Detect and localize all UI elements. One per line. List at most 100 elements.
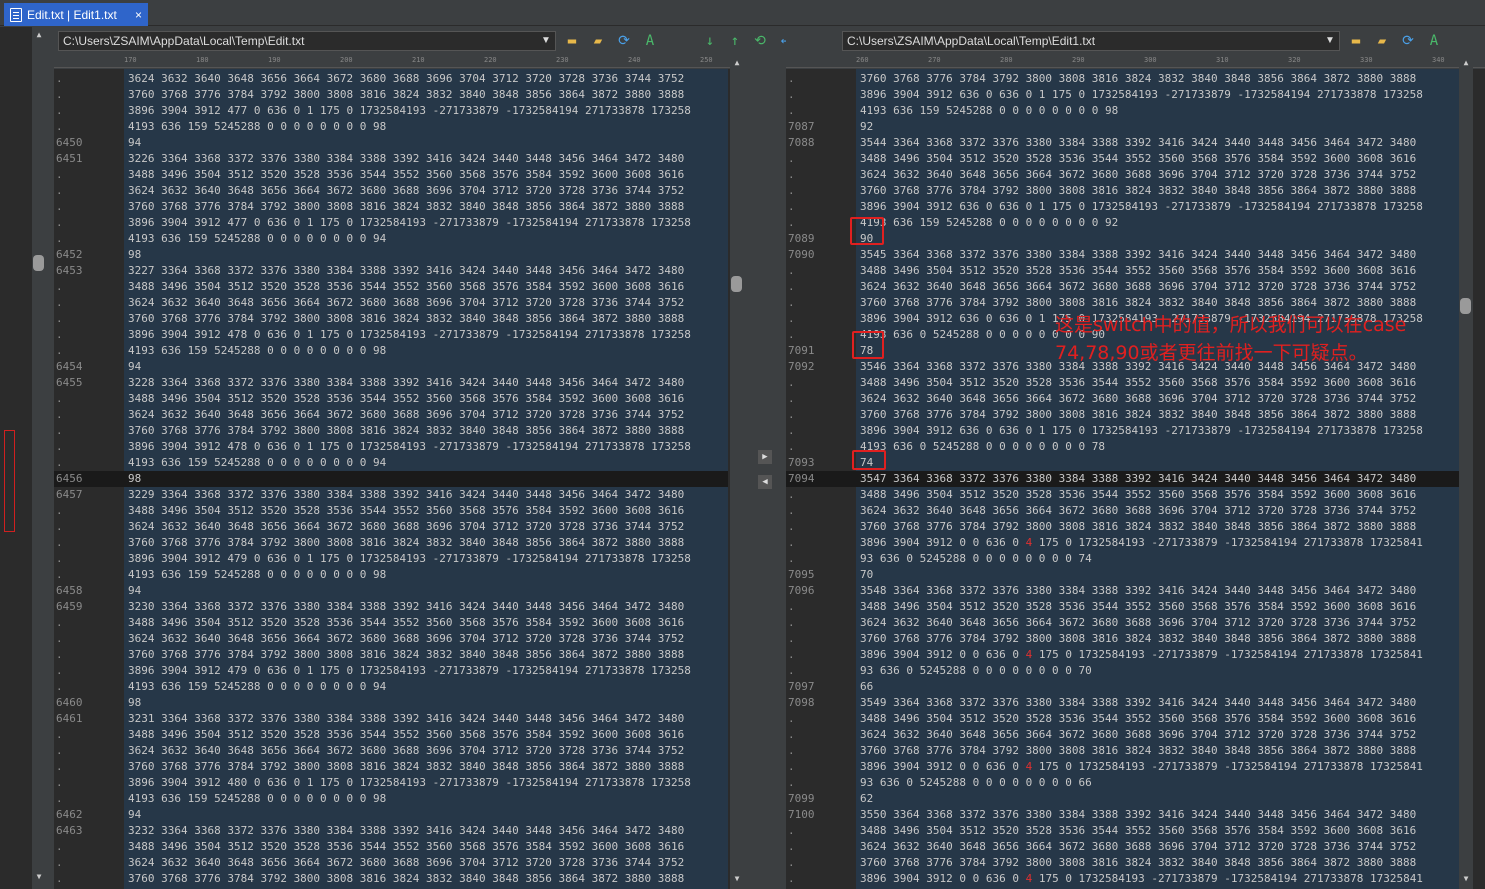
text-line[interactable]: 3624 3632 3640 3648 3656 3664 3672 3680 …: [856, 839, 1459, 855]
scroll-thumb[interactable]: [731, 276, 742, 292]
text-line[interactable]: 3488 3496 3504 3512 3520 3528 3536 3544 …: [856, 599, 1459, 615]
left-scrollbar[interactable]: ▲ ▼: [730, 56, 744, 889]
text-line[interactable]: 3760 3768 3776 3784 3792 3800 3808 3816 …: [124, 311, 728, 327]
text-line[interactable]: 3760 3768 3776 3784 3792 3800 3808 3816 …: [124, 423, 728, 439]
text-line[interactable]: 3488 3496 3504 3512 3520 3528 3536 3544 …: [856, 151, 1459, 167]
text-line[interactable]: 3624 3632 3640 3648 3656 3664 3672 3680 …: [856, 391, 1459, 407]
scroll-down-icon[interactable]: ▼: [1461, 874, 1471, 884]
text-line[interactable]: 3488 3496 3504 3512 3520 3528 3536 3544 …: [124, 615, 728, 631]
text-line[interactable]: 3624 3632 3640 3648 3656 3664 3672 3680 …: [124, 407, 728, 423]
next-diff-icon[interactable]: ↓: [700, 31, 720, 51]
text-line[interactable]: 3760 3768 3776 3784 3792 3800 3808 3816 …: [856, 631, 1459, 647]
text-line[interactable]: 3760 3768 3776 3784 3792 3800 3808 3816 …: [856, 743, 1459, 759]
text-line[interactable]: 3896 3904 3912 0 0 636 0 4 175 0 1732584…: [856, 759, 1459, 775]
text-line[interactable]: 3896 3904 3912 0 0 636 0 4 175 0 1732584…: [856, 535, 1459, 551]
right-editor[interactable]: ... 7087 7088..... 7089 7090..... 7091 7092...…: [786, 69, 1485, 889]
text-line[interactable]: 4193 636 159 5245288 0 0 0 0 0 0 0 0 98: [124, 119, 728, 135]
overview-scrollbar[interactable]: ▲ ▼: [32, 27, 46, 889]
text-line[interactable]: 94: [124, 135, 728, 151]
text-line[interactable]: 3624 3632 3640 3648 3656 3664 3672 3680 …: [856, 727, 1459, 743]
text-line[interactable]: 4193 636 0 5245288 0 0 0 0 0 0 0 0 78: [856, 439, 1459, 455]
text-line[interactable]: 3488 3496 3504 3512 3520 3528 3536 3544 …: [856, 823, 1459, 839]
text-line[interactable]: 3760 3768 3776 3784 3792 3800 3808 3816 …: [124, 647, 728, 663]
reload-icon[interactable]: ⟳: [614, 31, 634, 51]
text-line[interactable]: 3760 3768 3776 3784 3792 3800 3808 3816 …: [856, 183, 1459, 199]
text-line[interactable]: 3896 3904 3912 636 0 636 0 1 175 0 17325…: [856, 423, 1459, 439]
text-line[interactable]: 3760 3768 3776 3784 3792 3800 3808 3816 …: [856, 519, 1459, 535]
open-folder-icon[interactable]: ▬: [1346, 31, 1366, 51]
left-editor[interactable]: .... 6450 6451..... 6452 6453..... 6454 6455..…: [54, 69, 744, 889]
text-line[interactable]: 3896 3904 3912 478 0 636 0 1 175 0 17325…: [124, 327, 728, 343]
open-folder-icon[interactable]: ▬: [562, 31, 582, 51]
text-line[interactable]: 3760 3768 3776 3784 3792 3800 3808 3816 …: [124, 759, 728, 775]
text-line[interactable]: 3760 3768 3776 3784 3792 3800 3808 3816 …: [124, 87, 728, 103]
text-line[interactable]: 3624 3632 3640 3648 3656 3664 3672 3680 …: [856, 279, 1459, 295]
text-line[interactable]: 3488 3496 3504 3512 3520 3528 3536 3544 …: [124, 503, 728, 519]
text-line[interactable]: 3624 3632 3640 3648 3656 3664 3672 3680 …: [124, 743, 728, 759]
text-line[interactable]: 3760 3768 3776 3784 3792 3800 3808 3816 …: [856, 295, 1459, 311]
font-icon[interactable]: A: [640, 31, 660, 51]
text-line[interactable]: 90: [856, 231, 1459, 247]
text-line[interactable]: 98: [124, 247, 728, 263]
text-line[interactable]: 4193 636 159 5245288 0 0 0 0 0 0 0 0 98: [124, 343, 728, 359]
copy-to-left-icon[interactable]: ◀: [758, 475, 772, 489]
text-line[interactable]: 92: [856, 119, 1459, 135]
text-line[interactable]: 3488 3496 3504 3512 3520 3528 3536 3544 …: [856, 263, 1459, 279]
text-line[interactable]: 3896 3904 3912 0 0 636 0 4 175 0 1732584…: [856, 647, 1459, 663]
text-line[interactable]: 4193 636 159 5245288 0 0 0 0 0 0 0 0 94: [124, 679, 728, 695]
scroll-down-icon[interactable]: ▼: [732, 874, 742, 884]
text-line[interactable]: 3624 3632 3640 3648 3656 3664 3672 3680 …: [124, 295, 728, 311]
right-text-area[interactable]: 3760 3768 3776 3784 3792 3800 3808 3816 …: [856, 69, 1459, 889]
text-line[interactable]: 3760 3768 3776 3784 3792 3800 3808 3816 …: [124, 535, 728, 551]
text-line[interactable]: 94: [124, 583, 728, 599]
text-line[interactable]: 93 636 0 5245288 0 0 0 0 0 0 0 0 70: [856, 663, 1459, 679]
text-line[interactable]: 3760 3768 3776 3784 3792 3800 3808 3816 …: [856, 71, 1459, 87]
text-line[interactable]: 4193 636 159 5245288 0 0 0 0 0 0 0 0 92: [856, 215, 1459, 231]
text-line[interactable]: 4193 636 159 5245288 0 0 0 0 0 0 0 0 98: [124, 567, 728, 583]
right-path-field[interactable]: C:\Users\ZSAIM\AppData\Local\Temp\Edit1.…: [842, 30, 1340, 51]
text-line[interactable]: 3228 3364 3368 3372 3376 3380 3384 3388 …: [124, 375, 728, 391]
text-line[interactable]: 3624 3632 3640 3648 3656 3664 3672 3680 …: [124, 519, 728, 535]
text-line[interactable]: 3229 3364 3368 3372 3376 3380 3384 3388 …: [124, 487, 728, 503]
text-line[interactable]: 3488 3496 3504 3512 3520 3528 3536 3544 …: [124, 839, 728, 855]
text-line[interactable]: 3624 3632 3640 3648 3656 3664 3672 3680 …: [124, 855, 728, 871]
open-file-icon[interactable]: ▰: [588, 31, 608, 51]
text-line[interactable]: 3231 3364 3368 3372 3376 3380 3384 3388 …: [124, 711, 728, 727]
prev-diff-icon[interactable]: ↑: [725, 31, 745, 51]
text-line[interactable]: 3896 3904 3912 477 0 636 0 1 175 0 17325…: [124, 103, 728, 119]
text-line[interactable]: 3227 3364 3368 3372 3376 3380 3384 3388 …: [124, 263, 728, 279]
text-line[interactable]: 4193 636 159 5245288 0 0 0 0 0 0 0 0 98: [124, 791, 728, 807]
text-line[interactable]: 3896 3904 3912 636 0 636 0 1 175 0 17325…: [856, 87, 1459, 103]
refresh-icon[interactable]: ⟲: [750, 31, 770, 51]
text-line[interactable]: 74: [856, 455, 1459, 471]
text-line[interactable]: 3488 3496 3504 3512 3520 3528 3536 3544 …: [856, 711, 1459, 727]
text-line[interactable]: 3488 3496 3504 3512 3520 3528 3536 3544 …: [124, 727, 728, 743]
diff-overview-strip[interactable]: [0, 27, 32, 889]
text-line[interactable]: 3896 3904 3912 478 0 636 0 1 175 0 17325…: [124, 439, 728, 455]
text-line[interactable]: 3488 3496 3504 3512 3520 3528 3536 3544 …: [124, 279, 728, 295]
text-line[interactable]: 93 636 0 5245288 0 0 0 0 0 0 0 0 74: [856, 551, 1459, 567]
right-scrollbar[interactable]: ▲ ▼: [1459, 56, 1473, 889]
text-line[interactable]: 3230 3364 3368 3372 3376 3380 3384 3388 …: [124, 599, 728, 615]
text-line[interactable]: 94: [124, 359, 728, 375]
text-line[interactable]: 3760 3768 3776 3784 3792 3800 3808 3816 …: [124, 871, 728, 887]
text-line[interactable]: 94: [124, 807, 728, 823]
scroll-down-icon[interactable]: ▼: [34, 872, 44, 882]
text-line[interactable]: 3760 3768 3776 3784 3792 3800 3808 3816 …: [856, 855, 1459, 871]
text-line[interactable]: 3549 3364 3368 3372 3376 3380 3384 3388 …: [856, 695, 1459, 711]
text-line[interactable]: 3896 3904 3912 0 0 636 0 4 175 0 1732584…: [856, 871, 1459, 887]
scroll-up-icon[interactable]: ▲: [34, 30, 44, 40]
text-line[interactable]: 3624 3632 3640 3648 3656 3664 3672 3680 …: [856, 615, 1459, 631]
text-line[interactable]: 3488 3496 3504 3512 3520 3528 3536 3544 …: [124, 391, 728, 407]
text-line[interactable]: 3488 3496 3504 3512 3520 3528 3536 3544 …: [856, 487, 1459, 503]
text-line[interactable]: 3226 3364 3368 3372 3376 3380 3384 3388 …: [124, 151, 728, 167]
text-line[interactable]: 62: [856, 791, 1459, 807]
font-icon[interactable]: A: [1424, 31, 1444, 51]
text-line[interactable]: 3488 3496 3504 3512 3520 3528 3536 3544 …: [124, 167, 728, 183]
text-line[interactable]: 70: [856, 567, 1459, 583]
text-line[interactable]: 98: [124, 471, 728, 487]
text-line[interactable]: 3545 3364 3368 3372 3376 3380 3384 3388 …: [856, 247, 1459, 263]
text-line[interactable]: 4193 636 159 5245288 0 0 0 0 0 0 0 0 98: [856, 103, 1459, 119]
text-line[interactable]: 66: [856, 679, 1459, 695]
text-line[interactable]: 3624 3632 3640 3648 3656 3664 3672 3680 …: [124, 71, 728, 87]
